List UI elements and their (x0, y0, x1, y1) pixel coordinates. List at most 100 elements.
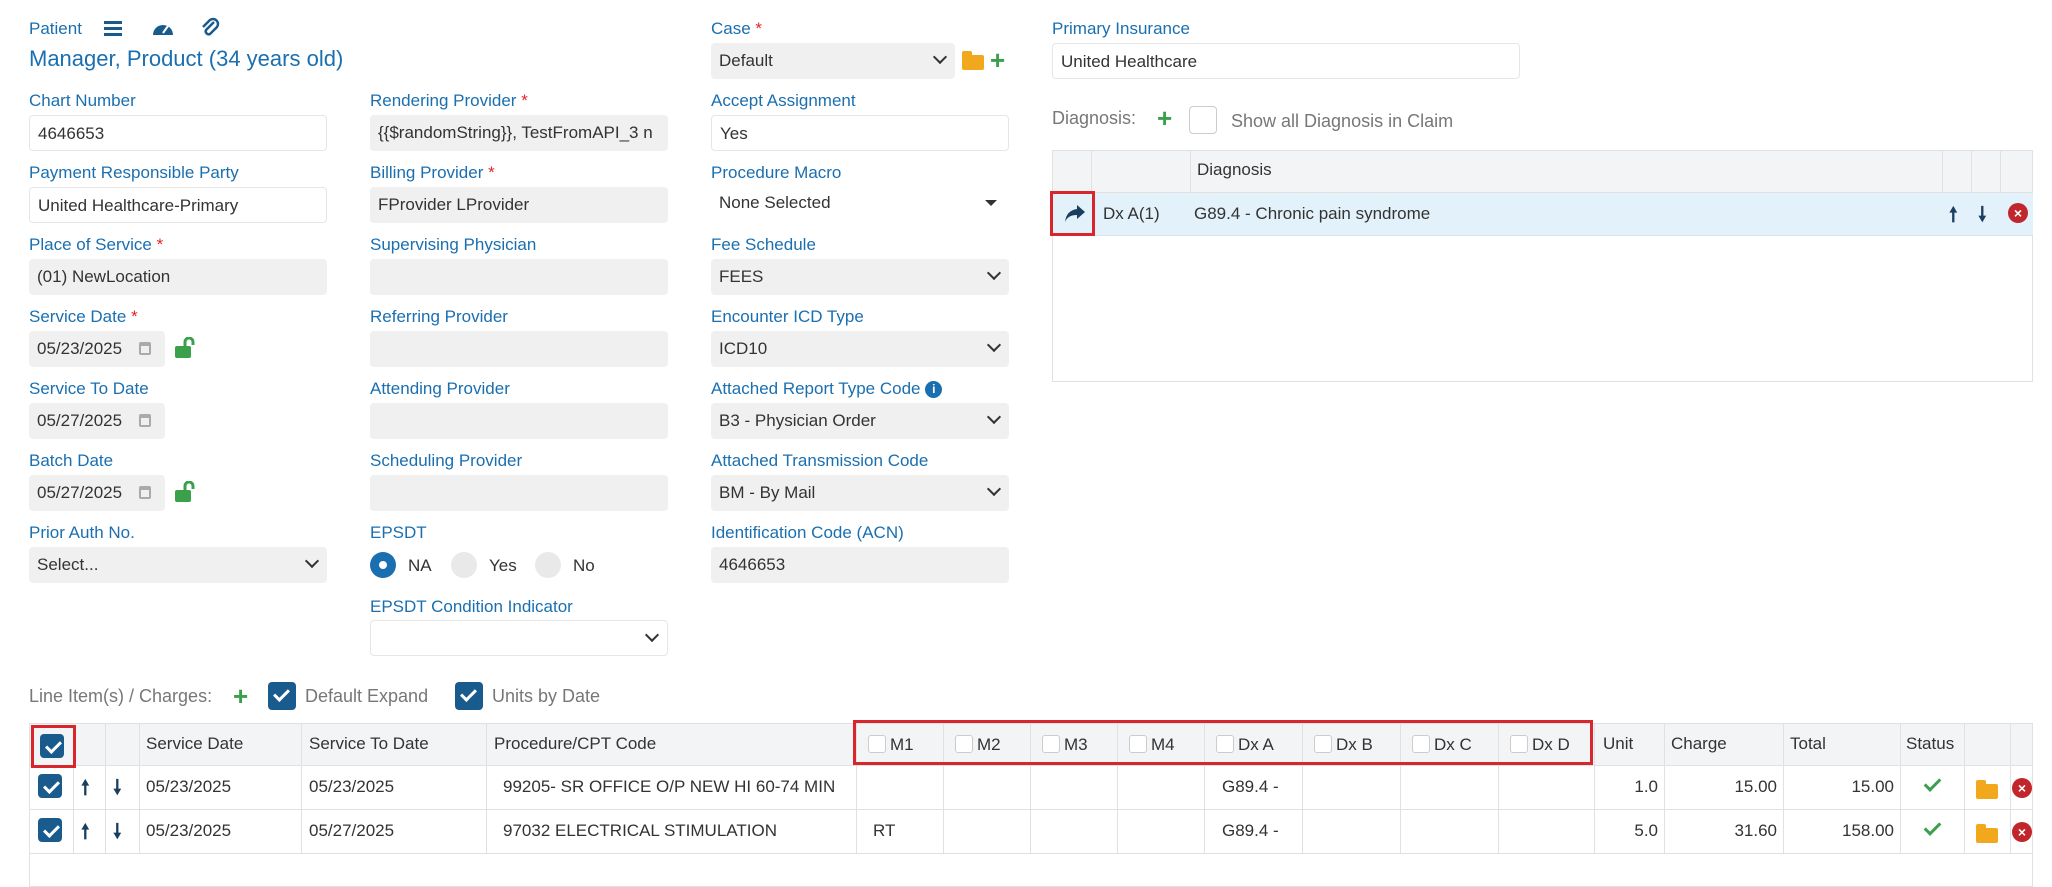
row-checkbox[interactable] (38, 774, 62, 798)
remove-diagnosis-icon[interactable]: × (2008, 203, 2028, 223)
supervising-physician-field[interactable] (370, 259, 668, 295)
procedure-macro-select[interactable]: None Selected (711, 185, 1009, 221)
remove-line-icon[interactable]: × (2012, 778, 2032, 798)
move-up-icon[interactable]: 🠕 (81, 773, 90, 807)
rendering-provider-field[interactable]: {{$randomString}}, TestFromAPI_3 n (370, 115, 668, 151)
procedure-macro-label: Procedure Macro (711, 163, 842, 182)
place-of-service-field[interactable]: (01) NewLocation (29, 259, 327, 295)
service-to-date-field[interactable]: 05/27/2025 (29, 403, 165, 439)
epsdt-yes-radio[interactable] (451, 552, 477, 578)
annotation-highlight (853, 720, 1593, 765)
units-by-date-label: Units by Date (492, 686, 601, 706)
case-label: Case * (711, 19, 763, 38)
encounter-icd-select[interactable]: ICD10 (711, 331, 1009, 367)
default-expand-label: Default Expand (305, 686, 429, 706)
epsdt-yes-label: Yes (489, 556, 517, 575)
move-down-icon[interactable]: 🠗 (113, 773, 122, 807)
diagnosis-label: Diagnosis: (1052, 108, 1137, 128)
diagnosis-code: Dx A(1) (1103, 204, 1160, 223)
primary-insurance-field[interactable]: United Healthcare (1052, 43, 1520, 79)
chevron-down-icon (304, 553, 320, 569)
row-m1[interactable]: RT (873, 821, 895, 841)
accept-assignment-label: Accept Assignment (711, 91, 856, 110)
epsdt-condition-select[interactable] (370, 620, 668, 656)
patient-label: Patient (29, 19, 82, 38)
row-unit[interactable]: 1.0 (1602, 777, 1658, 797)
transmission-code-select[interactable]: BM - By Mail (711, 475, 1009, 511)
epsdt-na-radio[interactable] (370, 552, 396, 578)
encounter-icd-label: Encounter ICD Type (711, 307, 864, 326)
annotation-highlight (31, 725, 76, 768)
folder-open-icon[interactable] (1976, 824, 1998, 843)
paperclip-icon[interactable] (200, 16, 220, 40)
menu-icon[interactable] (104, 19, 124, 37)
header-charge[interactable]: Charge (1671, 734, 1727, 754)
report-type-code-label: Attached Report Type Code i (711, 379, 943, 399)
header-service-to-date[interactable]: Service To Date (309, 734, 429, 754)
chevron-down-icon (644, 627, 660, 643)
row-total: 158.00 (1842, 821, 1894, 840)
move-up-icon[interactable]: 🠕 (81, 817, 90, 851)
dashboard-icon[interactable] (151, 17, 175, 39)
chevron-down-icon (986, 481, 1002, 497)
referring-provider-field[interactable] (370, 331, 668, 367)
row-procedure[interactable]: 99205- SR OFFICE O/P NEW HI 60-74 MIN (503, 777, 848, 797)
epsdt-no-label: No (573, 556, 595, 575)
info-icon[interactable]: i (925, 381, 943, 399)
batch-date-label: Batch Date (29, 451, 114, 470)
attending-provider-field[interactable] (370, 403, 668, 439)
row-procedure[interactable]: 97032 ELECTRICAL STIMULATION (503, 821, 848, 841)
row-total: 15.00 (1851, 777, 1894, 796)
case-select[interactable]: Default (711, 43, 955, 79)
move-down-icon[interactable]: 🠗 (113, 817, 122, 851)
epsdt-no-radio[interactable] (535, 552, 561, 578)
chart-number-label: Chart Number (29, 91, 136, 110)
header-unit[interactable]: Unit (1603, 734, 1633, 754)
folder-open-icon[interactable] (962, 51, 984, 70)
batch-date-field[interactable]: 05/27/2025 (29, 475, 165, 511)
add-diagnosis-icon[interactable]: + (1157, 105, 1172, 131)
move-down-icon[interactable]: 🠗 (1978, 200, 1987, 234)
payment-party-field[interactable]: United Healthcare-Primary (29, 187, 327, 223)
billing-provider-label: Billing Provider * (370, 163, 495, 182)
prior-auth-select[interactable]: Select... (29, 547, 327, 583)
units-by-date-checkbox[interactable] (455, 682, 483, 710)
show-all-diagnosis-checkbox[interactable] (1189, 106, 1217, 134)
add-case-icon[interactable]: + (990, 47, 1005, 73)
billing-provider-field[interactable]: FProvider LProvider (370, 187, 668, 223)
folder-open-icon[interactable] (1976, 780, 1998, 799)
transmission-code-label: Attached Transmission Code (711, 451, 929, 470)
header-total[interactable]: Total (1790, 734, 1826, 754)
unlock-icon[interactable] (173, 336, 197, 364)
diagnosis-column-header: Diagnosis (1197, 160, 1272, 179)
scheduling-provider-field[interactable] (370, 475, 668, 511)
unlock-icon[interactable] (173, 480, 197, 508)
fee-schedule-select[interactable]: FEES (711, 259, 1009, 295)
identification-code-field[interactable]: 4646653 (711, 547, 1009, 583)
remove-line-icon[interactable]: × (2012, 822, 2032, 842)
header-procedure[interactable]: Procedure/CPT Code (494, 734, 656, 754)
annotation-highlight (1050, 191, 1095, 236)
row-unit[interactable]: 5.0 (1602, 821, 1658, 841)
accept-assignment-field[interactable]: Yes (711, 115, 1009, 151)
scheduling-provider-label: Scheduling Provider (370, 451, 523, 470)
service-date-field[interactable]: 05/23/2025 (29, 331, 165, 367)
row-dxa[interactable]: G89.4 - (1222, 777, 1279, 797)
chevron-down-icon (986, 265, 1002, 281)
header-service-date[interactable]: Service Date (146, 734, 243, 754)
row-charge[interactable]: 15.00 (1671, 777, 1777, 797)
row-checkbox[interactable] (38, 818, 62, 842)
add-line-item-icon[interactable]: + (233, 683, 248, 709)
epsdt-label: EPSDT (370, 523, 427, 542)
report-type-code-select[interactable]: B3 - Physician Order (711, 403, 1009, 439)
move-up-icon[interactable]: 🠕 (1949, 200, 1958, 234)
row-dxa[interactable]: G89.4 - (1222, 821, 1279, 841)
chevron-down-icon (986, 409, 1002, 425)
primary-insurance-label: Primary Insurance (1052, 19, 1190, 38)
default-expand-checkbox[interactable] (268, 682, 296, 710)
row-charge[interactable]: 31.60 (1671, 821, 1777, 841)
epsdt-na-label: NA (408, 556, 432, 575)
header-status[interactable]: Status (1906, 734, 1954, 754)
patient-name: Manager, Product (34 years old) (29, 46, 344, 71)
chart-number-field[interactable]: 4646653 (29, 115, 327, 151)
